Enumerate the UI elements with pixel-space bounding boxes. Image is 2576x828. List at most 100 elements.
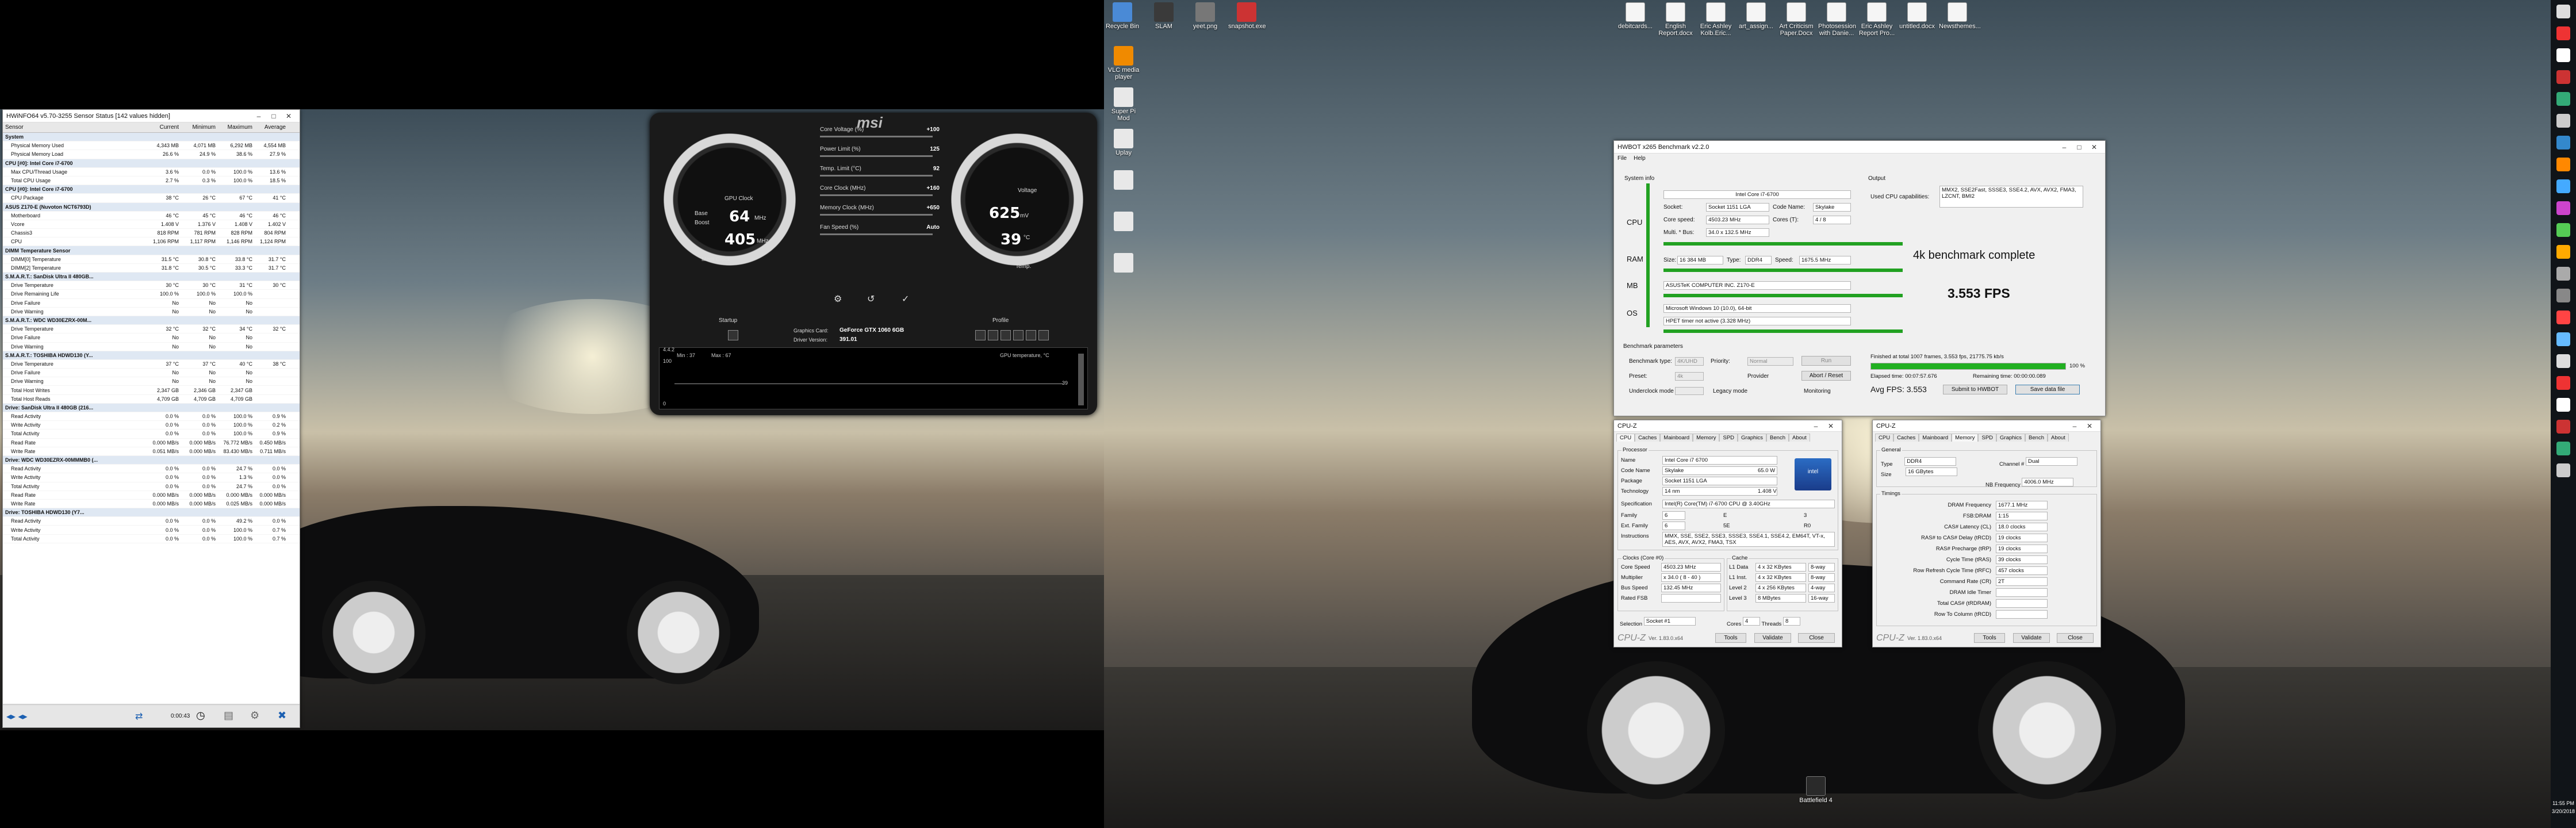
- sensor-row[interactable]: Write Activity 0.0 % 0.0 % 100.0 % 0.2 %: [3, 421, 300, 430]
- slider-2[interactable]: Temp. Limit (°C) 92: [812, 164, 942, 182]
- profile-slot[interactable]: [975, 330, 986, 340]
- desktop-icon[interactable]: Uplay: [1105, 129, 1142, 156]
- minimize-icon[interactable]: –: [2067, 422, 2082, 430]
- sensor-row[interactable]: Physical Memory Load 26.6 % 24.9 % 38.6 % 27…: [3, 150, 300, 159]
- menu-file[interactable]: File: [1617, 155, 1627, 162]
- sensor-row[interactable]: Drive Failure No No No: [3, 334, 300, 343]
- desktop-icon[interactable]: SLAM: [1145, 2, 1182, 30]
- run-button[interactable]: Run: [1801, 356, 1851, 366]
- taskbar-app-icon[interactable]: [2556, 442, 2570, 455]
- cpuz-titlebar[interactable]: CPU-Z – ✕: [1614, 420, 1842, 432]
- sensor-row[interactable]: Drive Temperature 30 °C 30 °C 31 °C 30 °C: [3, 281, 300, 290]
- tab-about[interactable]: About: [2047, 434, 2069, 442]
- desktop-icon[interactable]: Art Criticism Paper.Docx: [1778, 2, 1815, 37]
- sensor-row[interactable]: Drive Failure No No No: [3, 299, 300, 308]
- sensor-row[interactable]: Drive Remaining Life 100.0 % 100.0 % 100.0 …: [3, 290, 300, 299]
- desktop-icon[interactable]: Newsthemes...: [1939, 2, 1981, 30]
- abort-button[interactable]: Abort / Reset: [1801, 371, 1851, 381]
- sensor-row[interactable]: Drive Warning No No No: [3, 377, 300, 386]
- legacy-checkbox[interactable]: Legacy mode: [1713, 388, 1747, 394]
- sensor-group[interactable]: System: [3, 133, 300, 142]
- sensor-row[interactable]: CPU 1,106 RPM 1,117 RPM 1,146 RPM 1,124 RPM: [3, 237, 300, 247]
- prio-select[interactable]: Normal: [1747, 357, 1793, 366]
- sensor-row[interactable]: Drive Temperature 37 °C 37 °C 40 °C 38 °C: [3, 360, 300, 369]
- btype-select[interactable]: 4K/UHD: [1675, 357, 1704, 366]
- validate-button[interactable]: Validate: [2013, 633, 2050, 643]
- submit-button[interactable]: Submit to HWBOT: [1943, 385, 2007, 394]
- cpuz-titlebar[interactable]: CPU-Z – ✕: [1873, 420, 2100, 432]
- sensor-row[interactable]: Read Rate 0.000 MB/s 0.000 MB/s 0.000 MB/s 0…: [3, 491, 300, 500]
- desktop-icon[interactable]: yeet.png: [1187, 2, 1224, 30]
- preset-select[interactable]: 4k: [1675, 372, 1704, 381]
- tab-graphics[interactable]: Graphics: [1996, 434, 2026, 442]
- sensor-group[interactable]: S.M.A.R.T.: TOSHIBA HDWD130 (Y...: [3, 351, 300, 360]
- close-icon[interactable]: ✕: [2082, 422, 2097, 430]
- taskbar-app-icon[interactable]: [2556, 179, 2570, 193]
- tray-date[interactable]: 3/20/2018: [2551, 808, 2576, 814]
- monitoring-checkbox[interactable]: Monitoring: [1804, 388, 1831, 394]
- underclock-select[interactable]: [1675, 387, 1704, 395]
- desktop-icon[interactable]: Eric Ashley Kolb.Eric...: [1697, 2, 1734, 37]
- profile-slot[interactable]: [1013, 330, 1023, 340]
- tools-button[interactable]: Tools: [1974, 633, 2005, 643]
- slider-4[interactable]: Memory Clock (MHz) +650: [812, 204, 942, 221]
- tab-mainboard[interactable]: Mainboard: [1660, 434, 1693, 442]
- column-header[interactable]: Minimum: [181, 124, 218, 131]
- sensor-row[interactable]: Chassis3 818 RPM 781 RPM 828 RPM 804 RPM: [3, 229, 300, 238]
- tab-cpu[interactable]: CPU: [1616, 434, 1635, 442]
- slider-track[interactable]: [820, 175, 933, 177]
- settings-icon[interactable]: ⚙: [250, 710, 259, 722]
- desktop-icon[interactable]: untitled.docx: [1899, 2, 1935, 30]
- close-button[interactable]: Close: [1798, 633, 1835, 643]
- sensor-row[interactable]: Write Rate 0.000 MB/s 0.000 MB/s 0.025 MB/s…: [3, 500, 300, 509]
- minimize-icon[interactable]: –: [2057, 143, 2072, 151]
- hwinfo-sensor-list[interactable]: System Physical Memory Used 4,343 MB 4,071 …: [3, 133, 300, 703]
- sensor-row[interactable]: Vcore 1.408 V 1.376 V 1.408 V 1.402 V: [3, 220, 300, 229]
- desktop-icon[interactable]: [1105, 253, 1142, 274]
- sensor-group[interactable]: Drive: SanDisk Ultra II 480GB (216...: [3, 403, 300, 412]
- taskbar-app-icon[interactable]: [2556, 245, 2570, 259]
- taskbar-app-icon[interactable]: [2556, 158, 2570, 171]
- apply-icon[interactable]: ✓: [902, 293, 909, 305]
- slider-track[interactable]: [820, 194, 933, 196]
- taskbar-app-icon[interactable]: [2556, 267, 2570, 281]
- desktop-icon[interactable]: Photosession with Danie...: [1818, 2, 1856, 37]
- profile-slot[interactable]: [988, 330, 998, 340]
- settings-icon[interactable]: ⚙: [834, 293, 842, 305]
- sensor-row[interactable]: Drive Warning No No No: [3, 343, 300, 351]
- slider-1[interactable]: Power Limit (%) 125: [812, 145, 942, 162]
- taskbar-app-icon[interactable]: [2556, 398, 2570, 412]
- close-button[interactable]: Close: [2057, 633, 2094, 643]
- network-icon[interactable]: ⇄: [135, 711, 143, 722]
- hwbot-titlebar[interactable]: HWBOT x265 Benchmark v2.2.0 – □ ✕: [1614, 141, 2105, 154]
- sensor-row[interactable]: DIMM[0] Temperature 31.5 °C 30.8 °C 33.8 °C…: [3, 255, 300, 264]
- tab-bench[interactable]: Bench: [2025, 434, 2048, 442]
- sensor-row[interactable]: Total Activity 0.0 % 0.0 % 100.0 % 0.9 %: [3, 430, 300, 439]
- taskbar-app-icon[interactable]: [2556, 48, 2570, 62]
- sensor-group[interactable]: DIMM Temperature Sensor: [3, 246, 300, 255]
- sensor-row[interactable]: Write Activity 0.0 % 0.0 % 100.0 % 0.7 %: [3, 526, 300, 535]
- tab-spd[interactable]: SPD: [1978, 434, 1997, 442]
- validate-button[interactable]: Validate: [1754, 633, 1791, 643]
- tab-about[interactable]: About: [1788, 434, 1810, 442]
- sensor-group[interactable]: CPU [#0]: Intel Core i7-6700: [3, 159, 300, 168]
- sensor-row[interactable]: Motherboard 46 °C 45 °C 46 °C 46 °C: [3, 212, 300, 220]
- sensor-row[interactable]: Read Activity 0.0 % 0.0 % 100.0 % 0.9 %: [3, 412, 300, 421]
- sensor-row[interactable]: Write Activity 0.0 % 0.0 % 1.3 % 0.0 %: [3, 473, 300, 482]
- maximize-icon[interactable]: □: [266, 112, 281, 120]
- taskbar-app-icon[interactable]: [2556, 376, 2570, 390]
- taskbar-app-icon[interactable]: [2556, 354, 2570, 368]
- desktop-icon-battlefield[interactable]: Battlefield 4: [1797, 776, 1834, 804]
- slider-5[interactable]: Fan Speed (%) Auto: [812, 223, 942, 240]
- sensor-row[interactable]: Total CPU Usage 2.7 % 0.3 % 100.0 % 18.5 %: [3, 177, 300, 186]
- sensor-row[interactable]: DIMM[2] Temperature 31.8 °C 30.5 °C 33.3 °C…: [3, 264, 300, 273]
- slider-3[interactable]: Core Clock (MHz) +160: [812, 184, 942, 201]
- tab-bench[interactable]: Bench: [1766, 434, 1789, 442]
- desktop-icon[interactable]: Eric Ashley Report Pro...: [1858, 2, 1895, 37]
- taskbar-app-icon[interactable]: [2556, 463, 2570, 477]
- sensor-group[interactable]: Drive: TOSHIBA HDWD130 (Y7...: [3, 508, 300, 518]
- desktop-icon[interactable]: Super Pi Mod: [1105, 87, 1142, 122]
- menu-help[interactable]: Help: [1634, 155, 1646, 162]
- minimize-icon[interactable]: –: [251, 112, 266, 120]
- taskbar-app-icon[interactable]: [2556, 310, 2570, 324]
